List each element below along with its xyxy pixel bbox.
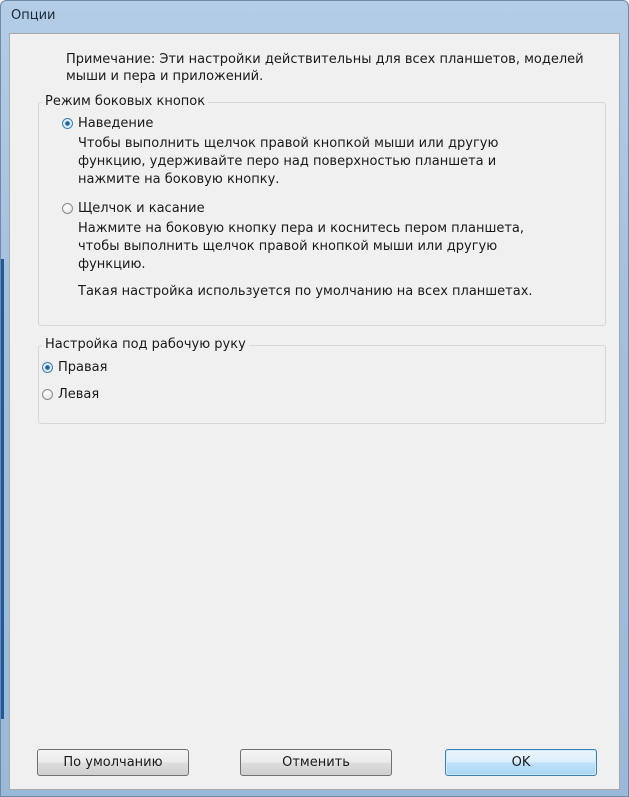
defaults-button[interactable]: По умолчанию xyxy=(37,749,189,776)
radio-left-hand-label: Левая xyxy=(58,387,100,402)
radio-hover-indicator[interactable] xyxy=(62,118,73,129)
radio-click-and-tap-label: Щелчок и касание xyxy=(78,201,205,216)
ok-button[interactable]: OK xyxy=(445,749,597,776)
radio-hover-label: Наведение xyxy=(78,116,154,131)
radio-left-hand-indicator[interactable] xyxy=(42,389,53,400)
default-setting-note: Такая настройка используется по умолчани… xyxy=(78,284,533,299)
dialog-client-area: Примечание: Эти настройки действительны … xyxy=(9,33,620,790)
click-and-tap-description: Нажмите на боковую кнопку пера и косните… xyxy=(78,221,525,272)
handedness-group xyxy=(38,345,606,424)
options-dialog-window: Опции Примечание: Эти настройки действит… xyxy=(0,0,629,797)
radio-click-and-tap-indicator[interactable] xyxy=(62,203,73,214)
cancel-button[interactable]: Отменить xyxy=(240,749,392,776)
handedness-label: Настройка под рабочую руку xyxy=(42,337,249,353)
hover-description: Чтобы выполнить щелчок правой кнопкой мы… xyxy=(78,136,499,187)
window-edge-highlight xyxy=(1,259,4,719)
window-title: Опции xyxy=(11,8,56,23)
settings-note: Примечание: Эти настройки действительны … xyxy=(66,52,584,84)
radio-right-hand-label: Правая xyxy=(58,360,108,375)
radio-right-hand-indicator[interactable] xyxy=(42,362,53,373)
side-button-mode-label: Режим боковых кнопок xyxy=(42,94,209,110)
